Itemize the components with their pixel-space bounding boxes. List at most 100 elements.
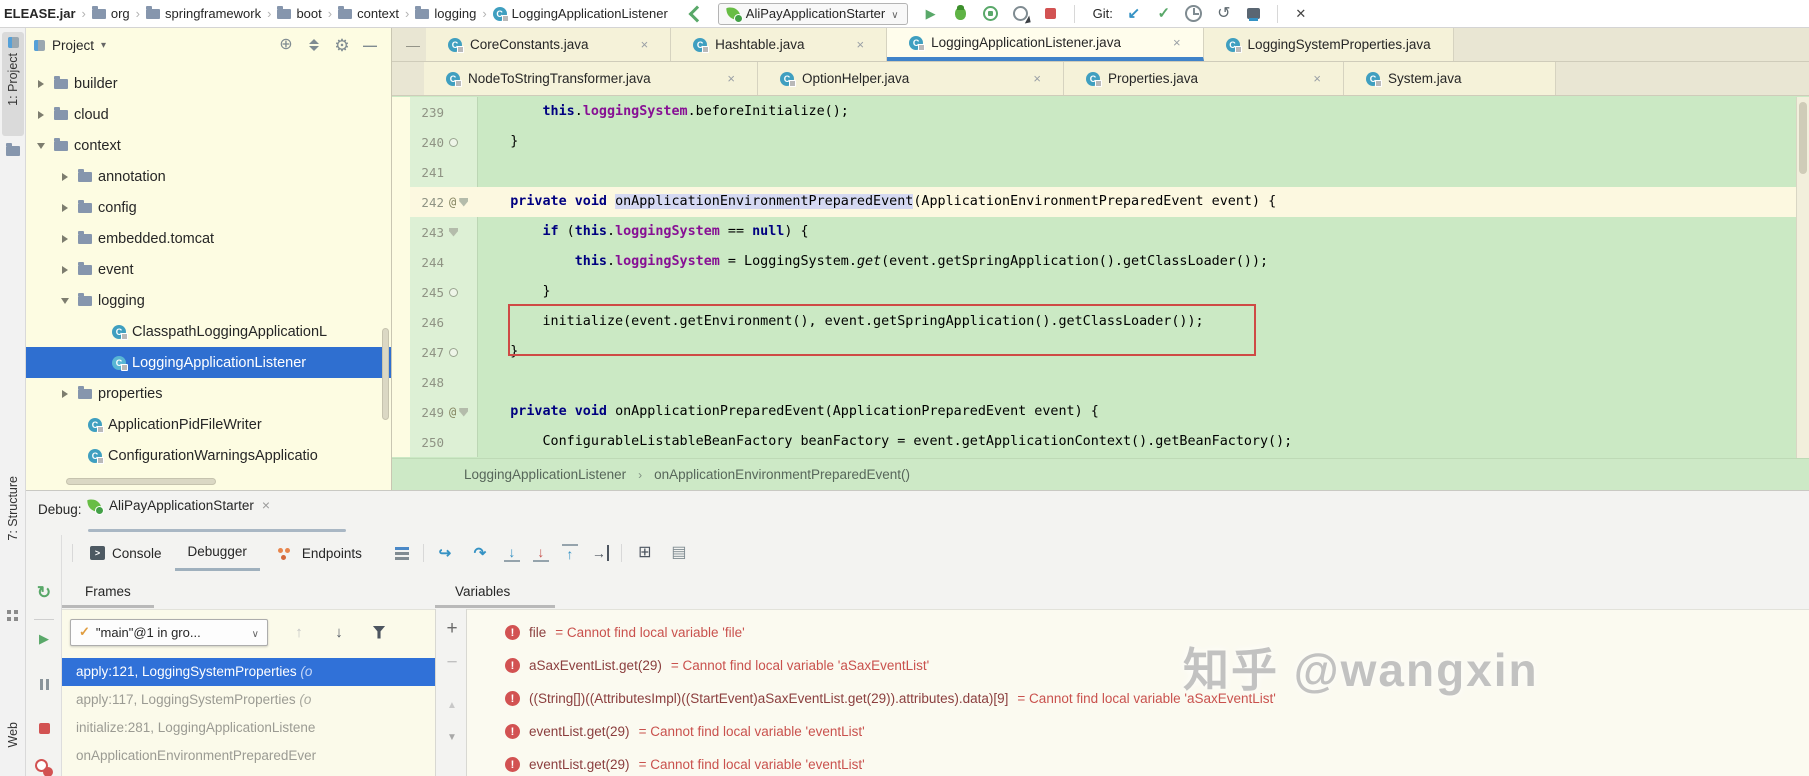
frame-row[interactable]: initialize:281, LoggingApplicationListen…: [62, 714, 435, 742]
breadcrumb-item[interactable]: ELEASE.jar: [4, 6, 76, 21]
stop-icon[interactable]: [33, 717, 55, 739]
folder-icon[interactable]: [6, 143, 20, 156]
breadcrumb-item[interactable]: C LoggingApplicationListener: [492, 6, 668, 22]
locate-icon[interactable]: ⊕: [275, 34, 297, 56]
breadcrumb-item[interactable]: boot: [277, 5, 322, 21]
tool-grid-icon[interactable]: [7, 610, 18, 621]
frame-row[interactable]: apply:117, LoggingSystemProperties (o: [62, 686, 435, 714]
tree-item[interactable]: cloud: [26, 99, 391, 130]
chevron-down-icon[interactable]: ▾: [101, 40, 106, 51]
editor-tab[interactable]: C LoggingApplicationListener.java ×: [887, 28, 1204, 61]
fold-icon[interactable]: [449, 287, 458, 297]
vertical-scrollbar[interactable]: [382, 328, 389, 420]
tab-endpoints[interactable]: Endpoints: [260, 535, 375, 571]
update-project-icon[interactable]: ↙: [1123, 3, 1145, 25]
tool-tab-project[interactable]: 1: Project: [2, 32, 24, 136]
close-icon[interactable]: ×: [1033, 71, 1041, 86]
debug-session-tab[interactable]: AliPayApplicationStarter: [88, 497, 270, 515]
tree-item[interactable]: logging: [26, 285, 391, 316]
evaluate-icon[interactable]: ⊞: [634, 542, 656, 564]
tool-tab-structure[interactable]: 7: Structure: [6, 476, 20, 541]
back-icon[interactable]: [684, 3, 706, 25]
code-area[interactable]: 239 this.loggingSystem.beforeInitialize(…: [392, 97, 1809, 459]
remove-watch-icon[interactable]: −: [441, 651, 463, 673]
tree-item[interactable]: C ApplicationPidFileWriter: [26, 409, 391, 440]
tab-console[interactable]: > Console: [77, 535, 175, 571]
tree-item[interactable]: builder: [26, 68, 391, 99]
coverage-icon[interactable]: [980, 3, 1002, 25]
editor-tab[interactable]: C LoggingSystemProperties.java: [1203, 28, 1454, 61]
debug-icon[interactable]: [950, 3, 972, 25]
chevron-right-icon[interactable]: [58, 265, 72, 274]
chevron-right-icon[interactable]: [58, 389, 72, 398]
chevron-right-icon[interactable]: [34, 110, 48, 119]
step-into-icon[interactable]: ↓: [503, 544, 520, 562]
tree-item[interactable]: context: [26, 130, 391, 161]
editor-tab[interactable]: C NodeToStringTransformer.java ×: [424, 62, 758, 95]
fold-icon[interactable]: [449, 347, 458, 357]
chevron-right-icon[interactable]: [58, 234, 72, 243]
close-icon[interactable]: [262, 497, 270, 513]
run-configuration-selector[interactable]: AliPayApplicationStarter: [717, 2, 908, 25]
thread-up-icon[interactable]: ↑: [288, 621, 310, 643]
editor-breadcrumb-item[interactable]: onApplicationEnvironmentPreparedEvent(): [654, 467, 910, 482]
editor-breadcrumb-item[interactable]: LoggingApplicationListener: [464, 467, 626, 482]
variables-title[interactable]: Variables: [455, 584, 510, 599]
tree-item[interactable]: event: [26, 254, 391, 285]
thread-down-icon[interactable]: ↓: [328, 621, 350, 643]
watch-up-icon[interactable]: ▲: [441, 695, 463, 717]
resume-icon[interactable]: ▶: [33, 627, 55, 649]
editor-tab[interactable]: C Properties.java ×: [1064, 62, 1344, 95]
chevron-down-icon[interactable]: [58, 297, 72, 304]
breadcrumb-item[interactable]: context: [338, 5, 399, 21]
editor-scrollbar[interactable]: [1796, 97, 1809, 459]
layout-icon[interactable]: ▤: [668, 542, 690, 564]
variable-row[interactable]: ! eventList.get(29) = Cannot find local va…: [467, 748, 1809, 776]
chevron-right-icon[interactable]: [58, 172, 72, 181]
step-out-icon[interactable]: ↑: [561, 544, 578, 562]
tabs-options-icon[interactable]: —: [406, 37, 420, 53]
force-step-into-icon[interactable]: ↓: [532, 544, 549, 562]
history-icon[interactable]: [1183, 3, 1205, 25]
hide-panel-icon[interactable]: —: [359, 34, 381, 56]
step-over-icon[interactable]: ↷: [469, 542, 491, 564]
chevron-down-icon[interactable]: [34, 142, 48, 149]
show-execution-point-icon[interactable]: ↪: [434, 542, 456, 564]
tool-tab-web[interactable]: Web: [6, 722, 20, 747]
frames-title[interactable]: Frames: [85, 584, 131, 599]
tree-item[interactable]: annotation: [26, 161, 391, 192]
close-icon[interactable]: ×: [641, 37, 649, 52]
run-to-cursor-icon[interactable]: →: [591, 545, 609, 561]
close-icon[interactable]: ×: [1173, 35, 1181, 50]
frame-row[interactable]: apply:121, LoggingSystemProperties (o: [62, 658, 435, 686]
commit-icon[interactable]: ✓: [1153, 3, 1175, 25]
variables-panel[interactable]: ! file = Cannot find local variable 'file'…: [467, 609, 1809, 776]
editor-tab[interactable]: C OptionHelper.java ×: [758, 62, 1064, 95]
pause-icon[interactable]: [33, 673, 55, 695]
add-watch-icon[interactable]: +: [441, 617, 463, 639]
git-log-icon[interactable]: [1243, 3, 1265, 25]
breadcrumb-item[interactable]: org: [91, 5, 130, 21]
tab-debugger[interactable]: Debugger: [174, 535, 260, 571]
tree-item[interactable]: C ClasspathLoggingApplicationL: [26, 316, 391, 347]
tree-item[interactable]: config: [26, 192, 391, 223]
close-icon[interactable]: ×: [856, 37, 864, 52]
variable-row[interactable]: ! aSaxEventList.get(29) = Cannot find loca…: [467, 649, 1809, 682]
chevron-right-icon[interactable]: [34, 79, 48, 88]
settings-icon[interactable]: ⚙: [331, 34, 353, 56]
variable-row[interactable]: ! ((String[])((AttributesImpl)((StartEven…: [467, 682, 1809, 715]
horizontal-scrollbar[interactable]: [66, 478, 216, 485]
tree-item[interactable]: properties: [26, 378, 391, 409]
thread-selector[interactable]: "main"@1 in gro...: [70, 618, 268, 646]
breadcrumb-item[interactable]: logging: [415, 5, 476, 21]
fold-icon[interactable]: [449, 137, 458, 147]
tree-item[interactable]: embedded.tomcat: [26, 223, 391, 254]
variable-row[interactable]: ! file = Cannot find local variable 'file': [467, 616, 1809, 649]
close-icon[interactable]: ×: [1313, 71, 1321, 86]
close-icon[interactable]: ×: [727, 71, 735, 86]
view-breakpoints-icon[interactable]: [33, 757, 55, 776]
tree-item[interactable]: C ConfigurationWarningsApplicatio: [26, 440, 391, 471]
editor-tab[interactable]: C System.java: [1344, 62, 1556, 95]
collapse-all-icon[interactable]: [303, 34, 325, 56]
toolbar-more-icon[interactable]: ✕: [1290, 3, 1312, 25]
